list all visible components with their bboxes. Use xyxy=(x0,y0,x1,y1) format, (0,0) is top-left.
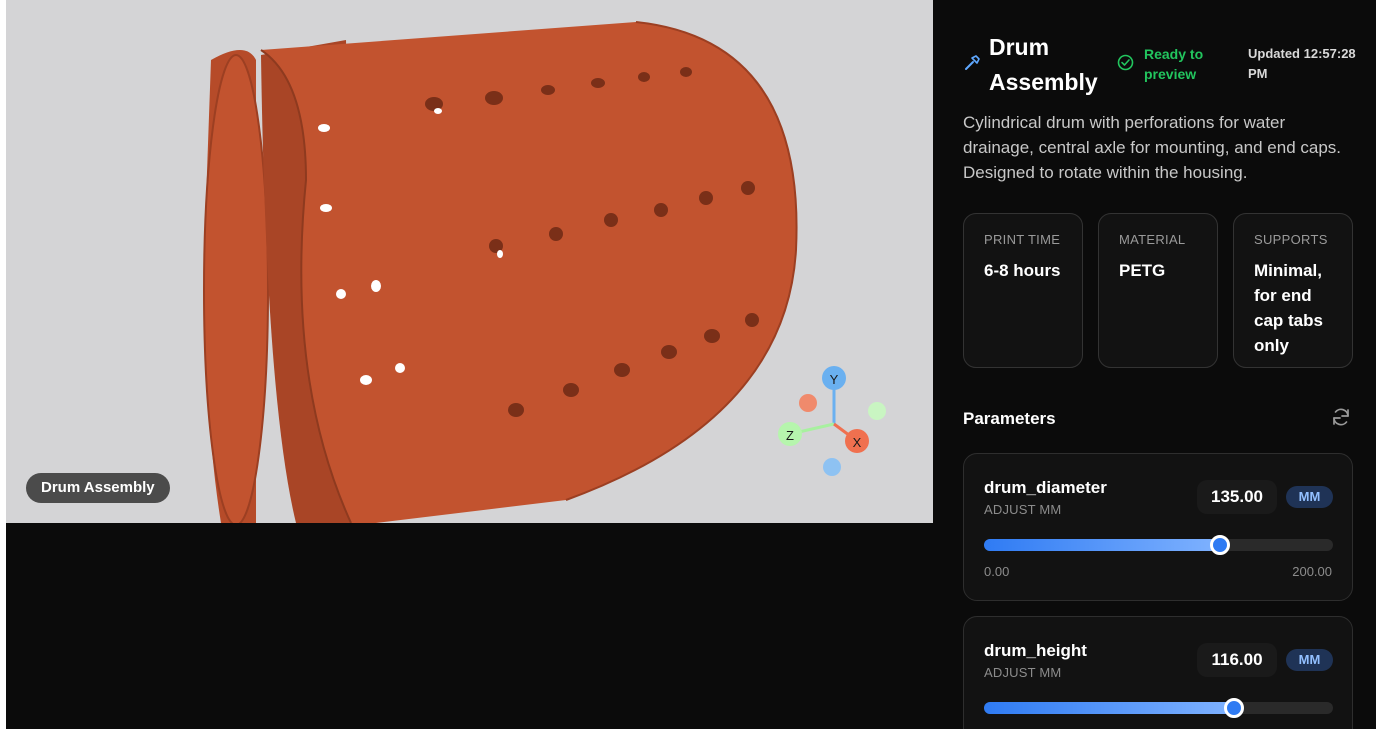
slider-thumb[interactable] xyxy=(1223,698,1244,718)
parameter-card-drum-height: drum_height ADJUST MM 116.00 MM xyxy=(963,616,1353,729)
stats-row: PRINT TIME 6-8 hours MATERIAL PETG SUPPO… xyxy=(963,213,1353,368)
parameter-slider[interactable] xyxy=(984,535,1333,555)
header: Drum Assembly Ready to preview Updated 1… xyxy=(963,30,1356,100)
axis-label-y: Y xyxy=(830,372,839,387)
parameter-hint: ADJUST MM xyxy=(984,665,1062,680)
stat-value: PETG xyxy=(1119,261,1166,280)
stat-label: MATERIAL xyxy=(1119,232,1186,247)
parameter-name: drum_diameter xyxy=(984,478,1107,497)
viewer-panel: Y Z X Drum Assembly xyxy=(0,0,933,729)
parameter-card-drum-diameter: drum_diameter ADJUST MM 135.00 MM 0.00 2… xyxy=(963,453,1353,601)
stat-label: SUPPORTS xyxy=(1254,232,1328,247)
details-sidebar: Drum Assembly Ready to preview Updated 1… xyxy=(933,0,1376,729)
slider-fill xyxy=(984,702,1234,714)
model-description: Cylindrical drum with perforations for w… xyxy=(963,113,1342,182)
slider-fill xyxy=(984,539,1220,551)
status-indicator: Ready to preview xyxy=(1117,44,1227,84)
axis-label-x: X xyxy=(853,435,862,450)
check-circle-icon xyxy=(1117,54,1134,71)
status-text: Ready to preview xyxy=(1144,46,1204,82)
stat-card-print-time: PRINT TIME 6-8 hours xyxy=(963,213,1083,368)
parameters-header: Parameters xyxy=(963,405,1353,433)
unit-badge: MM xyxy=(1286,486,1333,508)
parameter-name: drum_height xyxy=(984,641,1087,660)
model-name-badge: Drum Assembly xyxy=(26,473,170,503)
drum-model: Y Z X xyxy=(203,21,886,523)
hammer-icon xyxy=(965,55,980,70)
parameter-value-input[interactable]: 135.00 xyxy=(1197,480,1277,514)
parameter-slider[interactable] xyxy=(984,698,1333,718)
parameters-title: Parameters xyxy=(963,409,1056,428)
window-edge xyxy=(0,0,6,729)
stat-value: 6-8 hours xyxy=(984,261,1061,280)
parameter-hint: ADJUST MM xyxy=(984,502,1062,517)
slider-thumb[interactable] xyxy=(1209,535,1230,555)
slider-max: 200.00 xyxy=(1292,564,1332,579)
stat-card-supports: SUPPORTS Minimal, for end cap tabs only xyxy=(1233,213,1353,368)
app: Y Z X Drum Assembly Drum Assembly Ready … xyxy=(0,0,1376,729)
stat-label: PRINT TIME xyxy=(984,232,1061,247)
stat-card-material: MATERIAL PETG xyxy=(1098,213,1218,368)
slider-min: 0.00 xyxy=(984,564,1010,579)
unit-badge: MM xyxy=(1286,649,1333,671)
updated-timestamp: Updated 12:57:28 PM xyxy=(1248,46,1356,81)
refresh-icon[interactable] xyxy=(1329,405,1353,429)
stat-value: Minimal, for end cap tabs only xyxy=(1254,261,1323,355)
axis-label-z: Z xyxy=(786,428,794,443)
page-title: Drum Assembly xyxy=(989,34,1098,95)
3d-viewport[interactable]: Y Z X Drum Assembly xyxy=(6,0,933,523)
parameter-value-input[interactable]: 116.00 xyxy=(1197,643,1277,677)
